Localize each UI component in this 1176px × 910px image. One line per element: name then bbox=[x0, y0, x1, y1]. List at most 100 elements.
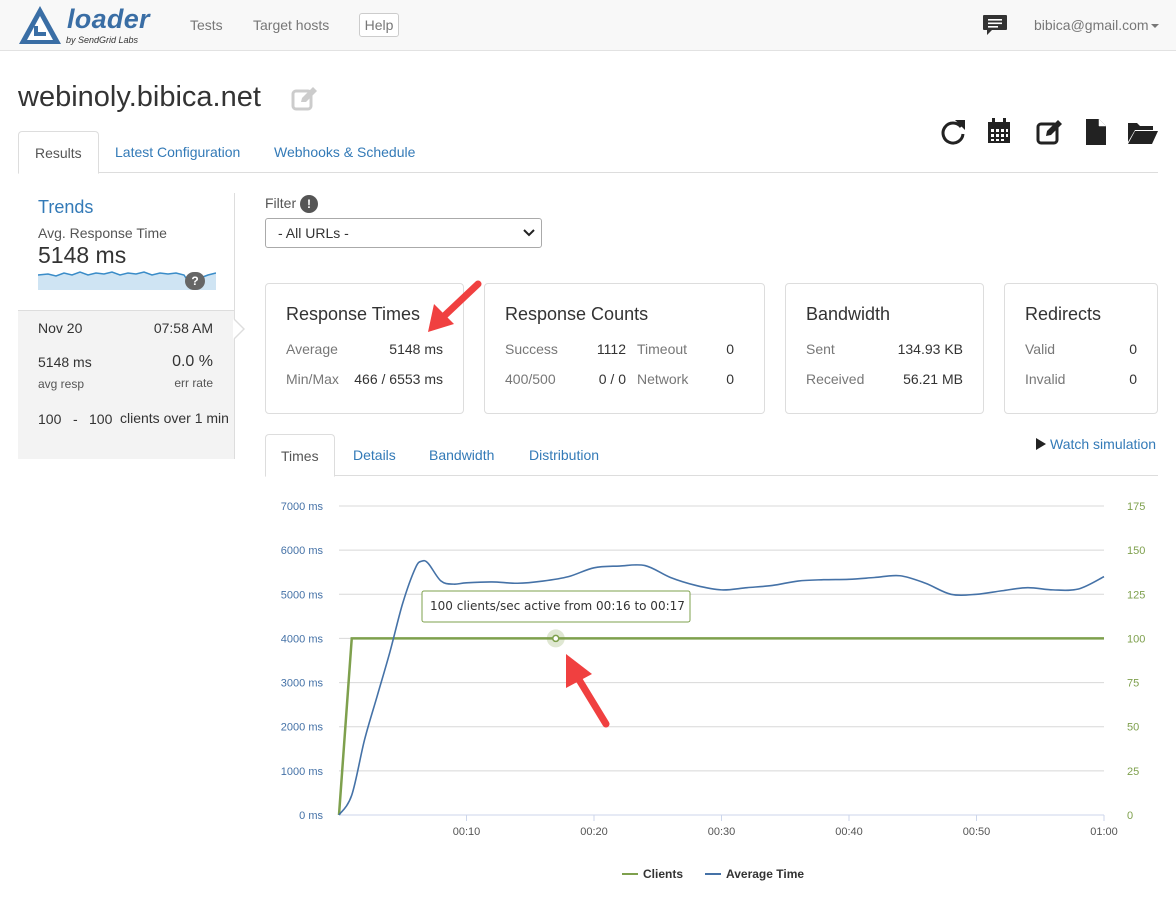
success-value: 1112 bbox=[596, 341, 626, 357]
tooltip-text: 100 clients/sec active from 00:16 to 00:… bbox=[430, 599, 685, 613]
run-summary[interactable]: Nov 20 07:58 AM 5148 ms 0.0 % avg resp e… bbox=[18, 310, 234, 459]
y-left-tick-label: 6000 ms bbox=[281, 545, 324, 557]
filter-info-icon[interactable]: ! bbox=[300, 195, 318, 213]
tab-latest-configuration[interactable]: Latest Configuration bbox=[99, 131, 256, 173]
tab-details[interactable]: Details bbox=[337, 434, 412, 476]
response-counts-title: Response Counts bbox=[505, 304, 649, 324]
legend-item: Average Time bbox=[726, 867, 804, 881]
logo-word: loader bbox=[67, 4, 150, 34]
nav-help-button[interactable]: Help bbox=[359, 13, 399, 37]
logo[interactable]: loader by SendGrid Labs bbox=[17, 4, 157, 48]
success-label: Success bbox=[505, 341, 558, 357]
y-right-tick-label: 25 bbox=[1127, 766, 1139, 778]
user-menu[interactable]: bibica@gmail.com bbox=[1034, 17, 1159, 33]
url-filter-select[interactable]: - All URLs - bbox=[265, 218, 542, 248]
y-left-tick-label: 3000 ms bbox=[281, 678, 324, 690]
y-right-tick-label: 0 bbox=[1127, 810, 1133, 822]
run-date: Nov 20 bbox=[38, 320, 83, 336]
sidebar: Trends Avg. Response Time 5148 ms ? Nov … bbox=[18, 193, 245, 459]
response-counts-card: Response Counts Success 1112 Timeout 0 4… bbox=[484, 283, 765, 414]
watch-simulation-label: Watch simulation bbox=[1050, 436, 1157, 452]
loader-logo-icon bbox=[19, 6, 61, 44]
chart-y-left-axis: 0 ms 1000 ms 2000 ms 3000 ms 4000 ms 5000 ms 6… bbox=[281, 501, 324, 822]
run-err-rate: 0.0 % bbox=[172, 353, 213, 370]
y-left-tick-label: 2000 ms bbox=[281, 722, 324, 734]
average-label: Average bbox=[286, 341, 338, 357]
trends-title[interactable]: Trends bbox=[38, 197, 93, 218]
watch-simulation-link[interactable]: Watch simulation bbox=[1036, 436, 1156, 452]
chart-legend: Clients Average Time bbox=[622, 867, 804, 881]
user-email: bibica@gmail.com bbox=[1034, 17, 1149, 33]
chart-tabs: Times Details Bandwidth Distribution bbox=[265, 434, 1158, 477]
run-clients-desc: clients over 1 min bbox=[120, 410, 229, 426]
received-value: 56.21 MB bbox=[903, 371, 963, 387]
tab-results[interactable]: Results bbox=[18, 131, 99, 174]
bandwidth-title: Bandwidth bbox=[806, 304, 891, 324]
edit-title-icon[interactable] bbox=[291, 86, 319, 112]
y-left-tick-label: 1000 ms bbox=[281, 766, 324, 778]
y-right-tick-label: 100 bbox=[1127, 633, 1145, 645]
run-time: 07:58 AM bbox=[153, 320, 213, 336]
chart-grid bbox=[339, 505, 1104, 816]
error-label: 400/500 bbox=[505, 371, 556, 387]
chart-y-right-axis: 0 25 50 75 100 125 150 175 bbox=[1127, 501, 1145, 822]
invalid-label: Invalid bbox=[1025, 371, 1066, 387]
chevron-down-icon bbox=[523, 229, 535, 237]
y-right-tick-label: 75 bbox=[1127, 678, 1139, 690]
y-left-tick-label: 5000 ms bbox=[281, 589, 324, 601]
y-right-tick-label: 125 bbox=[1127, 589, 1145, 601]
sent-value: 134.93 KB bbox=[897, 341, 963, 357]
url-filter-value: - All URLs - bbox=[278, 225, 349, 241]
trend-value: 5148 ms bbox=[38, 242, 127, 268]
nav-tests-link[interactable]: Tests bbox=[190, 17, 223, 33]
tab-times[interactable]: Times bbox=[265, 434, 335, 477]
y-right-tick-label: 150 bbox=[1127, 545, 1145, 557]
minmax-label: Min/Max bbox=[286, 371, 339, 387]
y-left-tick-label: 4000 ms bbox=[281, 633, 324, 645]
error-value: 0 / 0 bbox=[598, 371, 626, 387]
tab-bandwidth[interactable]: Bandwidth bbox=[413, 434, 510, 476]
redirects-title: Redirects bbox=[1025, 304, 1102, 324]
run-clients-dash: - bbox=[73, 411, 78, 427]
run-err-rate-label: err rate bbox=[174, 376, 213, 390]
chat-icon[interactable] bbox=[982, 14, 1008, 36]
tab-webhooks-schedule[interactable]: Webhooks & Schedule bbox=[258, 131, 431, 173]
invalid-value: 0 bbox=[1129, 371, 1137, 387]
y-right-tick-label: 175 bbox=[1127, 501, 1145, 513]
response-time-chart: 0 ms 1000 ms 2000 ms 3000 ms 4000 ms 5000 ms 6… bbox=[281, 501, 1146, 881]
x-tick-label: 00:20 bbox=[580, 826, 608, 838]
redirects-card: Redirects Valid 0 Invalid 0 bbox=[1004, 283, 1158, 414]
trend-help-icon[interactable]: ? bbox=[185, 272, 205, 290]
annotation-arrow bbox=[566, 654, 610, 728]
main-tabs: Results Latest Configuration Webhooks & … bbox=[18, 131, 1158, 174]
x-tick-label: 01:00 bbox=[1090, 826, 1118, 838]
run-clients-to: 100 bbox=[89, 411, 113, 427]
x-tick-label: 00:50 bbox=[963, 826, 991, 838]
timeout-value: 0 bbox=[726, 341, 734, 357]
response-times-title: Response Times bbox=[286, 304, 421, 324]
trend-label: Avg. Response Time bbox=[38, 225, 167, 241]
valid-label: Valid bbox=[1025, 341, 1056, 357]
minmax-value: 466 / 6553 ms bbox=[354, 371, 443, 387]
chevron-down-icon bbox=[1150, 24, 1159, 29]
run-pointer bbox=[233, 318, 245, 340]
annotation-arrow bbox=[428, 280, 482, 332]
x-tick-label: 00:30 bbox=[708, 826, 736, 838]
play-icon bbox=[1036, 438, 1046, 450]
y-right-tick-label: 50 bbox=[1127, 722, 1139, 734]
legend-item: Clients bbox=[643, 867, 683, 881]
y-left-tick-label: 7000 ms bbox=[281, 501, 324, 513]
sent-label: Sent bbox=[806, 341, 835, 357]
hover-point bbox=[552, 634, 560, 643]
average-value: 5148 ms bbox=[389, 341, 443, 357]
nav-target-hosts-link[interactable]: Target hosts bbox=[253, 17, 329, 33]
timeout-label: Timeout bbox=[637, 341, 688, 357]
tab-distribution[interactable]: Distribution bbox=[513, 434, 615, 476]
run-clients-from: 100 bbox=[38, 411, 62, 427]
network-label: Network bbox=[637, 371, 689, 387]
page-title: webinoly.bibica.net bbox=[18, 81, 261, 113]
x-tick-label: 00:40 bbox=[835, 826, 863, 838]
run-avg-resp-label: avg resp bbox=[38, 377, 85, 391]
network-value: 0 bbox=[726, 371, 734, 387]
logo-subtitle: by SendGrid Labs bbox=[66, 35, 139, 45]
